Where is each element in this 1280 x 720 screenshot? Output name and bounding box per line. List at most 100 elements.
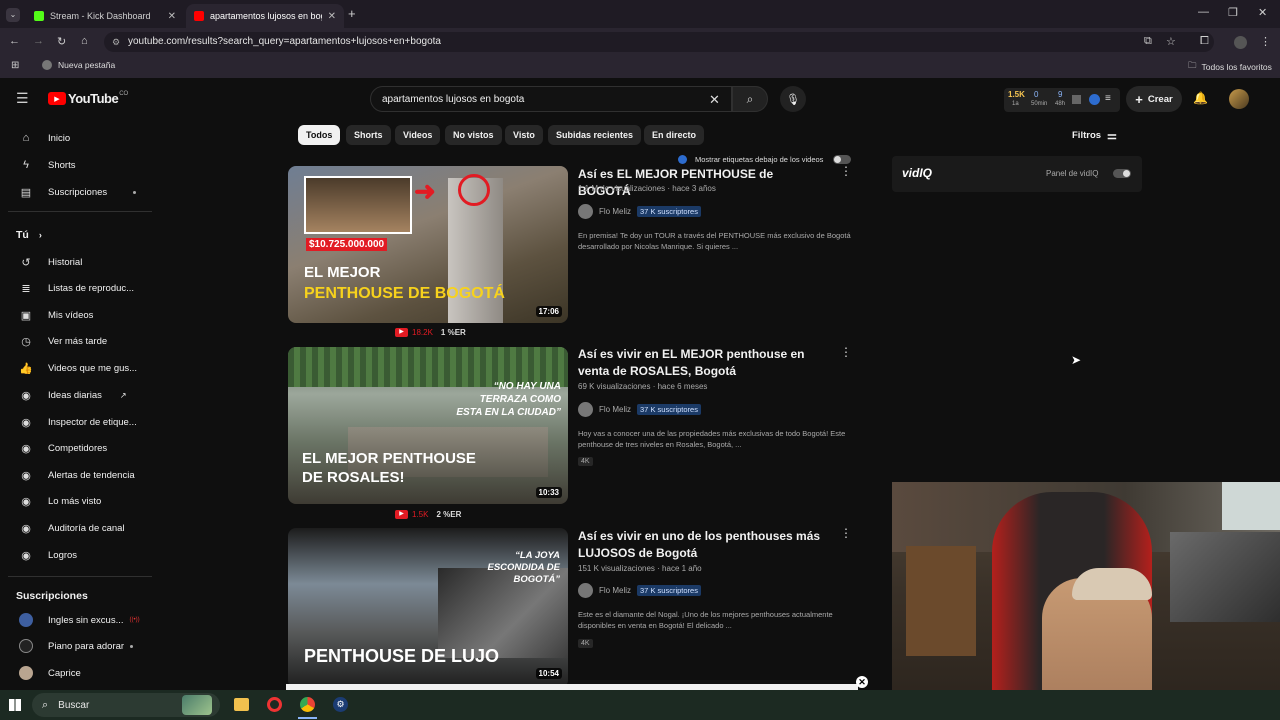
- account-avatar[interactable]: [1229, 89, 1249, 109]
- chip-watched[interactable]: Visto: [505, 125, 543, 145]
- new-tab-icon[interactable]: +: [348, 6, 356, 21]
- channel-row[interactable]: Flo Meliz 37 K suscriptores: [578, 402, 701, 417]
- close-tab-icon[interactable]: ✕: [328, 11, 336, 22]
- install-app-icon[interactable]: ⧉: [1144, 35, 1152, 48]
- sidebar-item-watch-later[interactable]: ◷ Ver más tarde: [10, 329, 150, 353]
- video-thumbnail[interactable]: “NO HAY UNA TERRAZA COMO ESTA EN LA CIUD…: [288, 347, 568, 504]
- chip-videos[interactable]: Videos: [395, 125, 441, 145]
- sidebar-item-tag-inspector[interactable]: ◉ Inspector de etique...: [10, 410, 150, 434]
- vidiq-panel-toggle[interactable]: [1113, 169, 1131, 178]
- sidebar-you-header[interactable]: Tú ›: [10, 223, 150, 247]
- tab-youtube[interactable]: apartamentos lujosos en bogotá ✕: [186, 4, 344, 28]
- search-button[interactable]: ⌕: [732, 86, 768, 112]
- chip-shorts[interactable]: Shorts: [346, 125, 391, 145]
- vidiq-brand-icon[interactable]: [1089, 94, 1100, 105]
- sidebar-item-label: Piano para adorar: [48, 640, 125, 652]
- sidebar-item-playlists[interactable]: ≣ Listas de reproduc...: [10, 276, 150, 300]
- hamburger-menu-icon[interactable]: ☰: [16, 90, 29, 107]
- chip-all[interactable]: Todos: [298, 125, 341, 145]
- filters-button[interactable]: Filtros ⚌: [1072, 129, 1117, 142]
- profile-avatar[interactable]: [1234, 36, 1247, 49]
- close-tab-icon[interactable]: ✕: [168, 11, 176, 22]
- chip-recent[interactable]: Subidas recientes: [548, 125, 642, 145]
- reload-icon[interactable]: ↻: [57, 35, 66, 48]
- sidebar-item-achievements[interactable]: ◉ Logros: [10, 543, 150, 567]
- chip-unwatched[interactable]: No vistos: [445, 125, 502, 145]
- video-title[interactable]: Así es vivir en uno de los penthouses má…: [578, 528, 828, 562]
- tab-list-icon[interactable]: ⌄: [6, 8, 20, 22]
- search-icon: ⌕: [746, 91, 754, 106]
- bookmark-new-tab[interactable]: Nueva pestaña: [42, 60, 115, 70]
- clear-search-icon[interactable]: ✕: [709, 92, 720, 108]
- apps-grid-icon[interactable]: ⊞: [11, 60, 19, 71]
- url-field[interactable]: ⚙ youtube.com/results?search_query=apart…: [104, 32, 1214, 52]
- close-miniplayer-icon[interactable]: ✕: [856, 676, 868, 688]
- all-bookmarks[interactable]: 🗀 Todos los favoritos: [1188, 60, 1272, 74]
- restore-icon[interactable]: ❐: [1228, 6, 1238, 19]
- sidebar-item-trend-alerts[interactable]: ◉ Alertas de tendencia: [10, 463, 150, 487]
- more-actions-icon[interactable]: ⋮: [840, 345, 852, 359]
- webcam-furniture: [906, 546, 976, 656]
- search-highlight-icon: [182, 695, 212, 715]
- taskbar-search[interactable]: ⌕ Buscar: [32, 693, 220, 717]
- video-thumbnail[interactable]: ➜ $10.725.000.000 EL MEJOR PENTHOUSE DE …: [288, 166, 568, 323]
- home-icon: ⌂: [22, 132, 30, 144]
- sidebar-sub-channel[interactable]: Piano para adorar: [10, 634, 150, 658]
- vidiq-menu-icon[interactable]: ≡: [1105, 93, 1111, 104]
- sidebar-item-channel-audit[interactable]: ◉ Auditoría de canal: [10, 516, 150, 540]
- sidebar-item-history[interactable]: ↺ Historial: [10, 250, 150, 274]
- channel-avatar: [578, 402, 593, 417]
- sidebar-item-shorts[interactable]: ϟ Shorts: [10, 153, 150, 177]
- tab-kick[interactable]: Stream - Kick Dashboard ✕: [26, 4, 184, 28]
- search-input[interactable]: apartamentos lujosos en bogota: [382, 94, 524, 105]
- search-box[interactable]: apartamentos lujosos en bogota ✕: [370, 86, 732, 112]
- voice-search-button[interactable]: 🎙: [780, 86, 806, 112]
- minimize-icon[interactable]: —: [1198, 6, 1209, 18]
- thumbnail-text: EL MEJOR: [304, 264, 381, 281]
- extensions-icon[interactable]: ⧠: [1200, 35, 1209, 48]
- youtube-logo[interactable]: ▶ YouTube CO: [48, 91, 128, 106]
- video-title[interactable]: Así es EL MEJOR PENTHOUSE de BOGOTÁ: [578, 166, 828, 200]
- sidebar-divider: [8, 211, 152, 212]
- sidebar-item-home[interactable]: ⌂ Inicio: [10, 126, 150, 150]
- chip-live[interactable]: En directo: [644, 125, 705, 145]
- sidebar-item-most-viewed[interactable]: ◉ Lo más visto: [10, 489, 150, 513]
- vidiq-tags-toggle[interactable]: Mostrar etiquetas debajo de los videos: [678, 155, 852, 164]
- home-icon[interactable]: ⌂: [81, 35, 88, 47]
- sidebar-item-daily-ideas[interactable]: ◉ Ideas diarias ↗: [10, 383, 150, 407]
- sidebar-item-competitors[interactable]: ◉ Competidores: [10, 436, 150, 460]
- sidebar-item-liked[interactable]: 👍 Videos que me gus...: [10, 356, 150, 380]
- more-actions-icon[interactable]: ⋮: [840, 526, 852, 540]
- opera-icon[interactable]: [267, 697, 282, 712]
- file-explorer-icon[interactable]: [234, 698, 249, 711]
- channel-row[interactable]: Flo Meliz 37 K suscriptores: [578, 204, 701, 219]
- sidebar-item-subscriptions[interactable]: ▤ Suscripciones: [10, 180, 150, 204]
- you-label: Tú: [16, 229, 29, 241]
- browser-menu-icon[interactable]: ⋮: [1260, 35, 1271, 48]
- site-info-icon[interactable]: ⚙: [112, 32, 120, 52]
- toggle-switch[interactable]: [833, 155, 852, 164]
- video-thumbnail[interactable]: “LA JOYA ESCONDIDA DE BOGOTÁ” PENTHOUSE …: [288, 528, 568, 688]
- notifications-bell-icon[interactable]: 🔔: [1193, 91, 1208, 105]
- channel-avatar: [18, 665, 34, 681]
- bookmark-star-icon[interactable]: ☆: [1166, 35, 1176, 48]
- sidebar-item-my-videos[interactable]: ▣ Mis vídeos: [10, 303, 150, 327]
- sidebar-sub-channel[interactable]: Ingles sin excus... ((•)): [10, 608, 150, 632]
- vidiq-stats-widget[interactable]: 1.5K 1a 0 50min 9 48h ≡: [1004, 88, 1120, 112]
- back-icon[interactable]: ←: [9, 35, 20, 47]
- windows-start-icon[interactable]: [9, 699, 21, 711]
- forward-icon[interactable]: →: [33, 35, 44, 47]
- create-button[interactable]: + Crear: [1126, 86, 1182, 112]
- more-actions-icon[interactable]: ⋮: [840, 164, 852, 178]
- address-toolbar: ← → ↻ ⌂ ⚙ youtube.com/results?search_que…: [0, 28, 1280, 56]
- vidiq-calendar-icon[interactable]: [1072, 95, 1081, 104]
- video-title[interactable]: Así es vivir en EL MEJOR penthouse en ve…: [578, 346, 828, 380]
- steam-icon[interactable]: ⚙: [333, 697, 348, 712]
- webcam-cap: [1072, 568, 1152, 600]
- sidebar-item-label: Alertas de tendencia: [48, 469, 135, 481]
- sidebar-sub-channel[interactable]: Caprice: [10, 661, 150, 685]
- channel-row[interactable]: Flo Meliz 37 K suscriptores: [578, 583, 701, 598]
- close-window-icon[interactable]: ✕: [1258, 6, 1267, 19]
- taskbar: ⌕ Buscar ⚙: [0, 690, 1280, 720]
- chrome-icon[interactable]: [300, 697, 315, 712]
